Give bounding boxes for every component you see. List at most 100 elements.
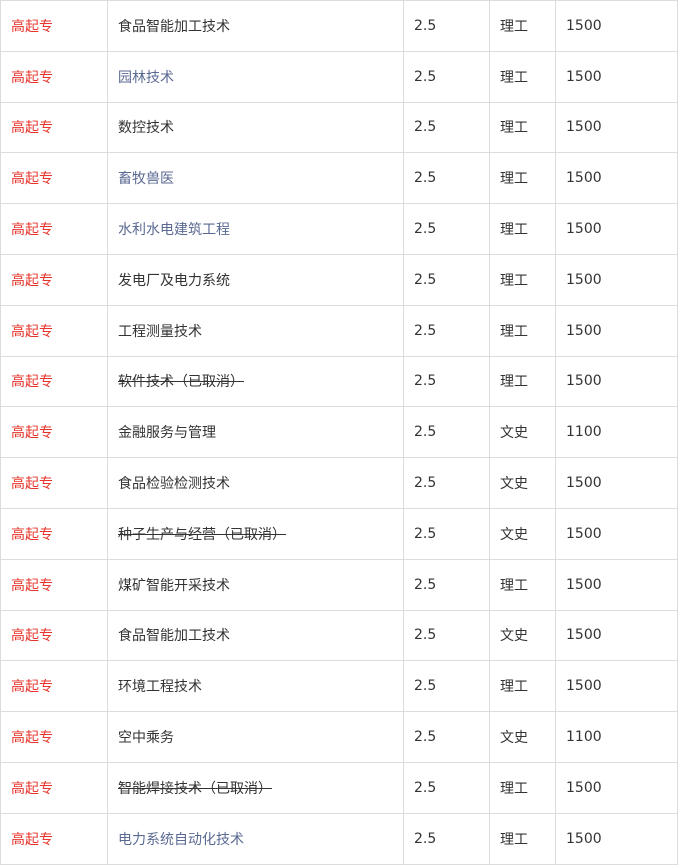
major-link-text[interactable]: 电力系统自动化技术	[118, 832, 244, 848]
years-cell-text: 2.5	[414, 525, 437, 542]
table-row: 高起专 园林技术 2.5 理工 1500	[0, 50, 678, 103]
years-cell: 2.5	[403, 711, 490, 763]
fee-cell-text: 1500	[566, 779, 602, 796]
years-cell-text: 2.5	[414, 271, 437, 288]
level-cell-text: 高起专	[11, 374, 53, 391]
years-cell: 2.5	[403, 101, 490, 154]
level-cell: 高起专	[0, 558, 108, 611]
years-cell-text: 2.5	[414, 119, 437, 136]
level-cell: 高起专	[0, 457, 108, 509]
major-cell-text: 空中乘务	[118, 730, 174, 747]
fee-cell: 1500	[555, 50, 678, 103]
fee-cell: 1100	[555, 711, 678, 763]
years-cell: 2.5	[403, 203, 490, 255]
major-link[interactable]: 电力系统自动化技术	[107, 812, 404, 865]
years-cell: 2.5	[403, 558, 490, 611]
level-cell: 高起专	[0, 406, 108, 459]
major-link-text[interactable]: 水利水电建筑工程	[118, 222, 230, 238]
fee-cell: 1100	[555, 406, 678, 459]
years-cell-text: 2.5	[414, 17, 437, 34]
category-cell-text: 理工	[500, 69, 528, 86]
category-cell: 理工	[489, 101, 556, 154]
level-cell: 高起专	[0, 253, 108, 306]
major-link[interactable]: 水利水电建筑工程	[107, 203, 404, 255]
major-link[interactable]: 畜牧兽医	[107, 152, 404, 205]
years-cell-text: 2.5	[414, 221, 437, 238]
fee-cell-text: 1500	[566, 221, 602, 238]
level-cell-text: 高起专	[11, 120, 53, 137]
fee-cell: 1500	[555, 812, 678, 865]
fee-cell: 1500	[555, 304, 678, 357]
major-cell: 智能焊接技术（已取消）	[107, 761, 404, 814]
level-cell-text: 高起专	[11, 831, 53, 848]
category-cell: 文史	[489, 507, 556, 560]
level-cell-text: 高起专	[11, 18, 53, 35]
category-cell: 理工	[489, 761, 556, 814]
years-cell-text: 2.5	[414, 68, 437, 85]
category-cell-text: 理工	[500, 120, 528, 137]
table-row: 高起专 食品智能加工技术 2.5 文史 1500	[0, 609, 678, 662]
years-cell: 2.5	[403, 355, 490, 408]
fee-cell: 1500	[555, 558, 678, 611]
years-cell: 2.5	[403, 761, 490, 814]
category-cell: 理工	[489, 355, 556, 408]
major-link-text[interactable]: 畜牧兽医	[118, 171, 174, 187]
level-cell: 高起专	[0, 355, 108, 408]
major-cell: 环境工程技术	[107, 660, 404, 713]
major-link[interactable]: 园林技术	[107, 50, 404, 103]
major-cell: 软件技术（已取消）	[107, 355, 404, 408]
fee-cell: 1500	[555, 203, 678, 255]
level-cell: 高起专	[0, 0, 108, 52]
level-cell: 高起专	[0, 50, 108, 103]
major-cell: 发电厂及电力系统	[107, 253, 404, 306]
category-cell: 文史	[489, 609, 556, 662]
level-cell-text: 高起专	[11, 69, 53, 86]
fee-cell-text: 1500	[566, 678, 602, 695]
major-cell-text: 智能焊接技术（已取消）	[118, 780, 272, 797]
level-cell: 高起专	[0, 304, 108, 357]
fee-cell: 1500	[555, 609, 678, 662]
years-cell: 2.5	[403, 152, 490, 205]
major-cell-text: 发电厂及电力系统	[118, 272, 230, 289]
major-cell: 金融服务与管理	[107, 406, 404, 459]
category-cell-text: 文史	[500, 476, 528, 493]
fee-cell-text: 1500	[566, 271, 602, 288]
years-cell: 2.5	[403, 812, 490, 865]
years-cell: 2.5	[403, 507, 490, 560]
level-cell-text: 高起专	[11, 679, 53, 696]
major-cell-text: 金融服务与管理	[118, 425, 216, 442]
major-cell: 食品检验检测技术	[107, 457, 404, 509]
category-cell-text: 理工	[500, 222, 528, 239]
level-cell: 高起专	[0, 761, 108, 814]
years-cell: 2.5	[403, 457, 490, 509]
table-row: 高起专 食品智能加工技术 2.5 理工 1500	[0, 0, 678, 52]
years-cell-text: 2.5	[414, 322, 437, 339]
major-cell-text: 煤矿智能开采技术	[118, 577, 230, 594]
years-cell-text: 2.5	[414, 475, 437, 492]
fee-cell-text: 1500	[566, 525, 602, 542]
fee-cell-text: 1500	[566, 170, 602, 187]
major-table: 高起专 食品智能加工技术 2.5 理工 1500 高起专 园林技术 2.5 理工 1500 高起专数…	[0, 0, 678, 865]
fee-cell-text: 1500	[566, 322, 602, 339]
major-cell: 食品智能加工技术	[107, 0, 404, 52]
fee-cell: 1500	[555, 101, 678, 154]
level-cell-text: 高起专	[11, 272, 53, 289]
years-cell: 2.5	[403, 253, 490, 306]
fee-cell-text: 1500	[566, 475, 602, 492]
major-cell-text: 食品检验检测技术	[118, 476, 230, 493]
level-cell-text: 高起专	[11, 171, 53, 188]
category-cell-text: 理工	[500, 171, 528, 188]
level-cell-text: 高起专	[11, 476, 53, 493]
major-cell-text: 工程测量技术	[118, 323, 202, 340]
level-cell: 高起专	[0, 812, 108, 865]
category-cell-text: 文史	[500, 425, 528, 442]
table-body: 高起专 食品智能加工技术 2.5 理工 1500 高起专 园林技术 2.5 理工 1500 高起专数…	[0, 0, 678, 865]
table-row: 高起专 金融服务与管理 2.5 文史 1100	[0, 406, 678, 459]
category-cell: 理工	[489, 558, 556, 611]
major-link-text[interactable]: 园林技术	[118, 70, 174, 86]
table-row: 高起专 水利水电建筑工程 2.5 理工 1500	[0, 203, 678, 255]
table-row: 高起专 环境工程技术 2.5 理工 1500	[0, 660, 678, 713]
fee-cell: 1500	[555, 152, 678, 205]
category-cell: 理工	[489, 50, 556, 103]
category-cell-text: 理工	[500, 323, 528, 340]
